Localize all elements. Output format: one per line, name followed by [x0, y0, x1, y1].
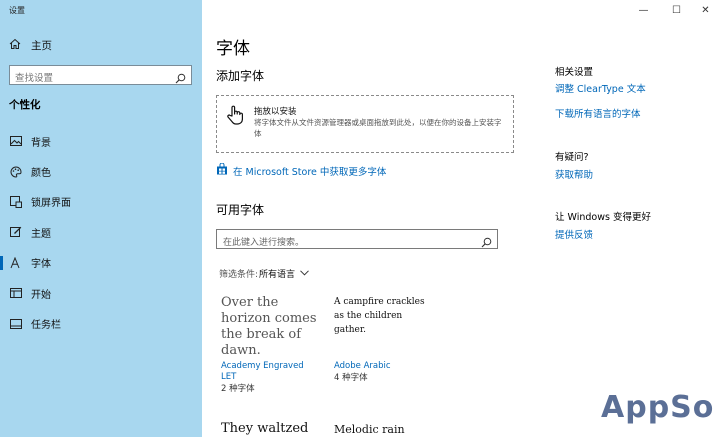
font-card-partial[interactable]: Melodic rain [334, 423, 434, 437]
drop-zone-title: 拖放以安装 [254, 107, 297, 117]
theme-brush-icon [9, 225, 23, 239]
close-button[interactable]: ✕ [689, 0, 720, 20]
font-card-adobe-arabic[interactable]: A campfire crackles as the children gath… [334, 295, 434, 384]
language-filter-dropdown[interactable]: 筛选条件: 所有语言 [219, 267, 309, 280]
related-settings-heading: 相关设置 [555, 67, 594, 78]
font-preview-text: Over the horizon comes the break of dawn… [221, 295, 317, 358]
microsoft-store-link[interactable]: 在 Microsoft Store 中获取更多字体 [216, 162, 387, 178]
cleartype-link[interactable]: 调整 ClearType 文本 [555, 81, 646, 95]
font-search-box[interactable] [216, 229, 498, 252]
font-count: 4 种字体 [334, 373, 368, 383]
sidebar-item-label: 任务栏 [31, 320, 61, 332]
sidebar-item-label: 主题 [31, 228, 51, 240]
drop-zone-description: 将字体文件从文件资源管理器或桌面拖放到此处，以便在你的设备上安装字体 [254, 118, 502, 138]
settings-search-input[interactable] [10, 69, 170, 88]
filter-label: 筛选条件: [219, 270, 259, 280]
search-icon[interactable] [175, 69, 186, 88]
get-help-link[interactable]: 获取帮助 [555, 167, 593, 181]
taskbar-icon [9, 317, 23, 331]
font-preview-text: A campfire crackles as the children gath… [334, 297, 425, 335]
sidebar-item-label: 开始 [31, 289, 51, 301]
improve-windows-heading: 让 Windows 变得更好 [555, 212, 651, 223]
store-link-label: 在 Microsoft Store 中获取更多字体 [233, 166, 387, 178]
font-card-academy-engraved[interactable]: Over the horizon comes the break of dawn… [221, 295, 321, 395]
home-nav-item[interactable]: 主页 [9, 38, 52, 53]
filter-value: 所有语言 [259, 270, 296, 280]
sidebar-item-taskbar[interactable]: 任务栏 [0, 308, 202, 338]
window-title: 设置 [9, 6, 25, 15]
sidebar-item-fonts[interactable]: 字体 [0, 248, 202, 278]
sidebar-item-label: 背景 [31, 137, 51, 149]
lock-screen-icon [9, 195, 23, 209]
font-count: 2 种字体 [221, 384, 255, 394]
chevron-down-icon [300, 269, 309, 279]
sidebar-item-lock-screen[interactable]: 锁屏界面 [0, 187, 202, 217]
sidebar: 设置 主页 个性化 背景 颜色 锁屏界面 [0, 0, 202, 437]
sidebar-item-background[interactable]: 背景 [0, 126, 202, 156]
sidebar-item-label: 颜色 [31, 168, 51, 180]
settings-search-box[interactable] [9, 65, 192, 88]
font-name: Academy Engraved LET [221, 361, 304, 382]
home-label: 主页 [31, 40, 52, 52]
minimize-button[interactable]: — [627, 0, 660, 20]
page-title: 字体 [216, 39, 250, 59]
sidebar-item-colors[interactable]: 颜色 [0, 156, 202, 186]
font-search-input[interactable] [217, 234, 472, 252]
sidebar-item-label: 字体 [31, 259, 51, 271]
image-icon [9, 134, 23, 148]
sidebar-item-label: 锁屏界面 [31, 198, 71, 210]
font-card-partial[interactable]: They waltzed [221, 421, 321, 437]
feedback-link[interactable]: 提供反馈 [555, 227, 593, 241]
font-drop-zone[interactable]: 拖放以安装 将字体文件从文件资源管理器或桌面拖放到此处，以便在你的设备上安装字体 [216, 95, 514, 153]
question-heading: 有疑问? [555, 152, 589, 163]
appso-watermark: AppSo [601, 390, 715, 425]
start-icon [9, 286, 23, 300]
font-preview-text: Melodic rain [334, 423, 405, 436]
font-icon [9, 256, 23, 270]
personalization-nav: 背景 颜色 锁屏界面 主题 字体 开始 任务栏 [0, 126, 202, 339]
home-icon [9, 38, 23, 53]
add-fonts-heading: 添加字体 [216, 69, 265, 83]
sidebar-item-themes[interactable]: 主题 [0, 217, 202, 247]
hand-cursor-icon [225, 104, 247, 130]
palette-icon [9, 165, 23, 179]
font-preview-text: They waltzed [221, 421, 309, 436]
sidebar-item-start[interactable]: 开始 [0, 278, 202, 308]
download-fonts-link[interactable]: 下载所有语言的字体 [555, 106, 641, 120]
section-title-personalization: 个性化 [9, 99, 41, 111]
font-name: Adobe Arabic [334, 361, 391, 371]
search-icon[interactable] [481, 233, 492, 252]
available-fonts-heading: 可用字体 [216, 203, 265, 217]
store-bag-icon [216, 162, 228, 178]
